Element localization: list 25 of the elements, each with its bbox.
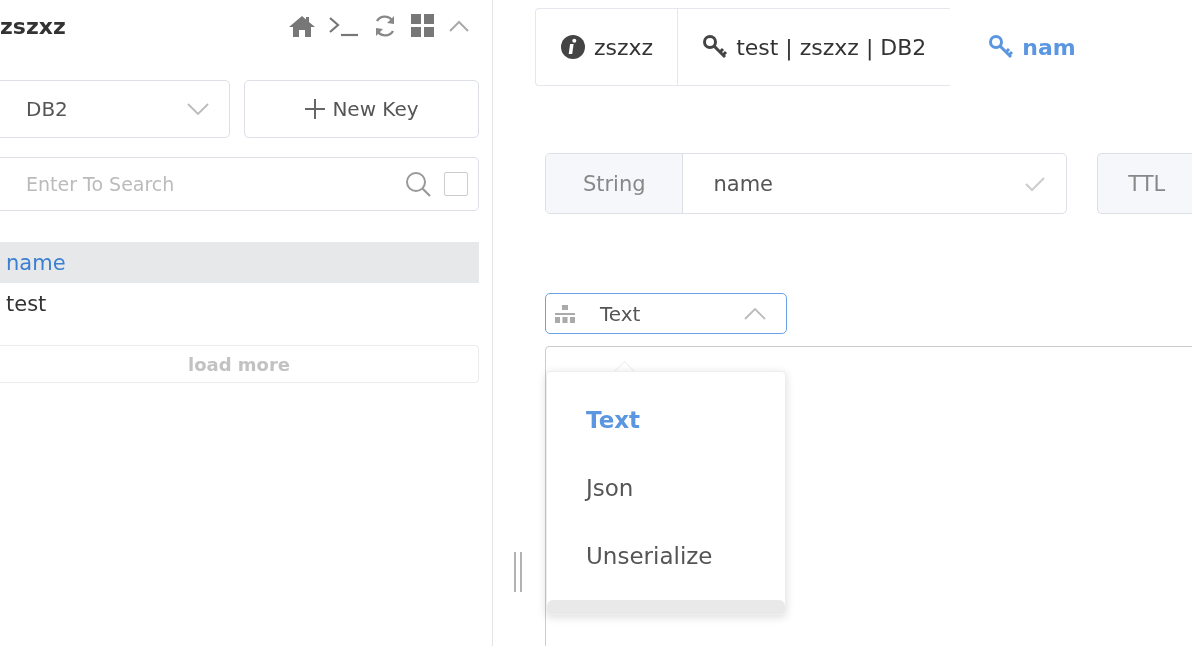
dropdown-option[interactable]: Json — [547, 454, 785, 522]
search-bar[interactable]: Enter To Search — [0, 157, 479, 211]
home-icon[interactable] — [288, 14, 316, 38]
info-icon — [560, 34, 586, 60]
dropdown-option[interactable]: Unserialize — [547, 522, 785, 590]
hierarchy-icon — [554, 303, 576, 324]
ttl-label: TTL — [1097, 153, 1192, 214]
tab[interactable]: zszxz — [535, 8, 678, 86]
grid-icon[interactable] — [410, 13, 436, 39]
terminal-icon[interactable] — [328, 14, 360, 38]
key-list-item[interactable]: test — [0, 283, 479, 324]
new-key-button[interactable]: New Key — [244, 80, 479, 138]
chevron-down-icon — [187, 103, 209, 115]
search-icon[interactable] — [404, 170, 432, 198]
tab[interactable]: test | zszxz | DB2 — [677, 8, 951, 86]
plus-icon — [304, 98, 327, 120]
database-select[interactable]: DB2 — [0, 80, 230, 138]
scrollbar[interactable] — [547, 600, 785, 614]
resize-handle[interactable] — [513, 552, 523, 592]
key-icon — [702, 34, 729, 60]
chevron-up-icon[interactable] — [448, 19, 470, 33]
format-select[interactable]: Text — [545, 293, 787, 334]
connection-title: zszxz — [0, 13, 67, 39]
checkbox[interactable] — [444, 172, 468, 196]
key-icon — [988, 34, 1015, 60]
